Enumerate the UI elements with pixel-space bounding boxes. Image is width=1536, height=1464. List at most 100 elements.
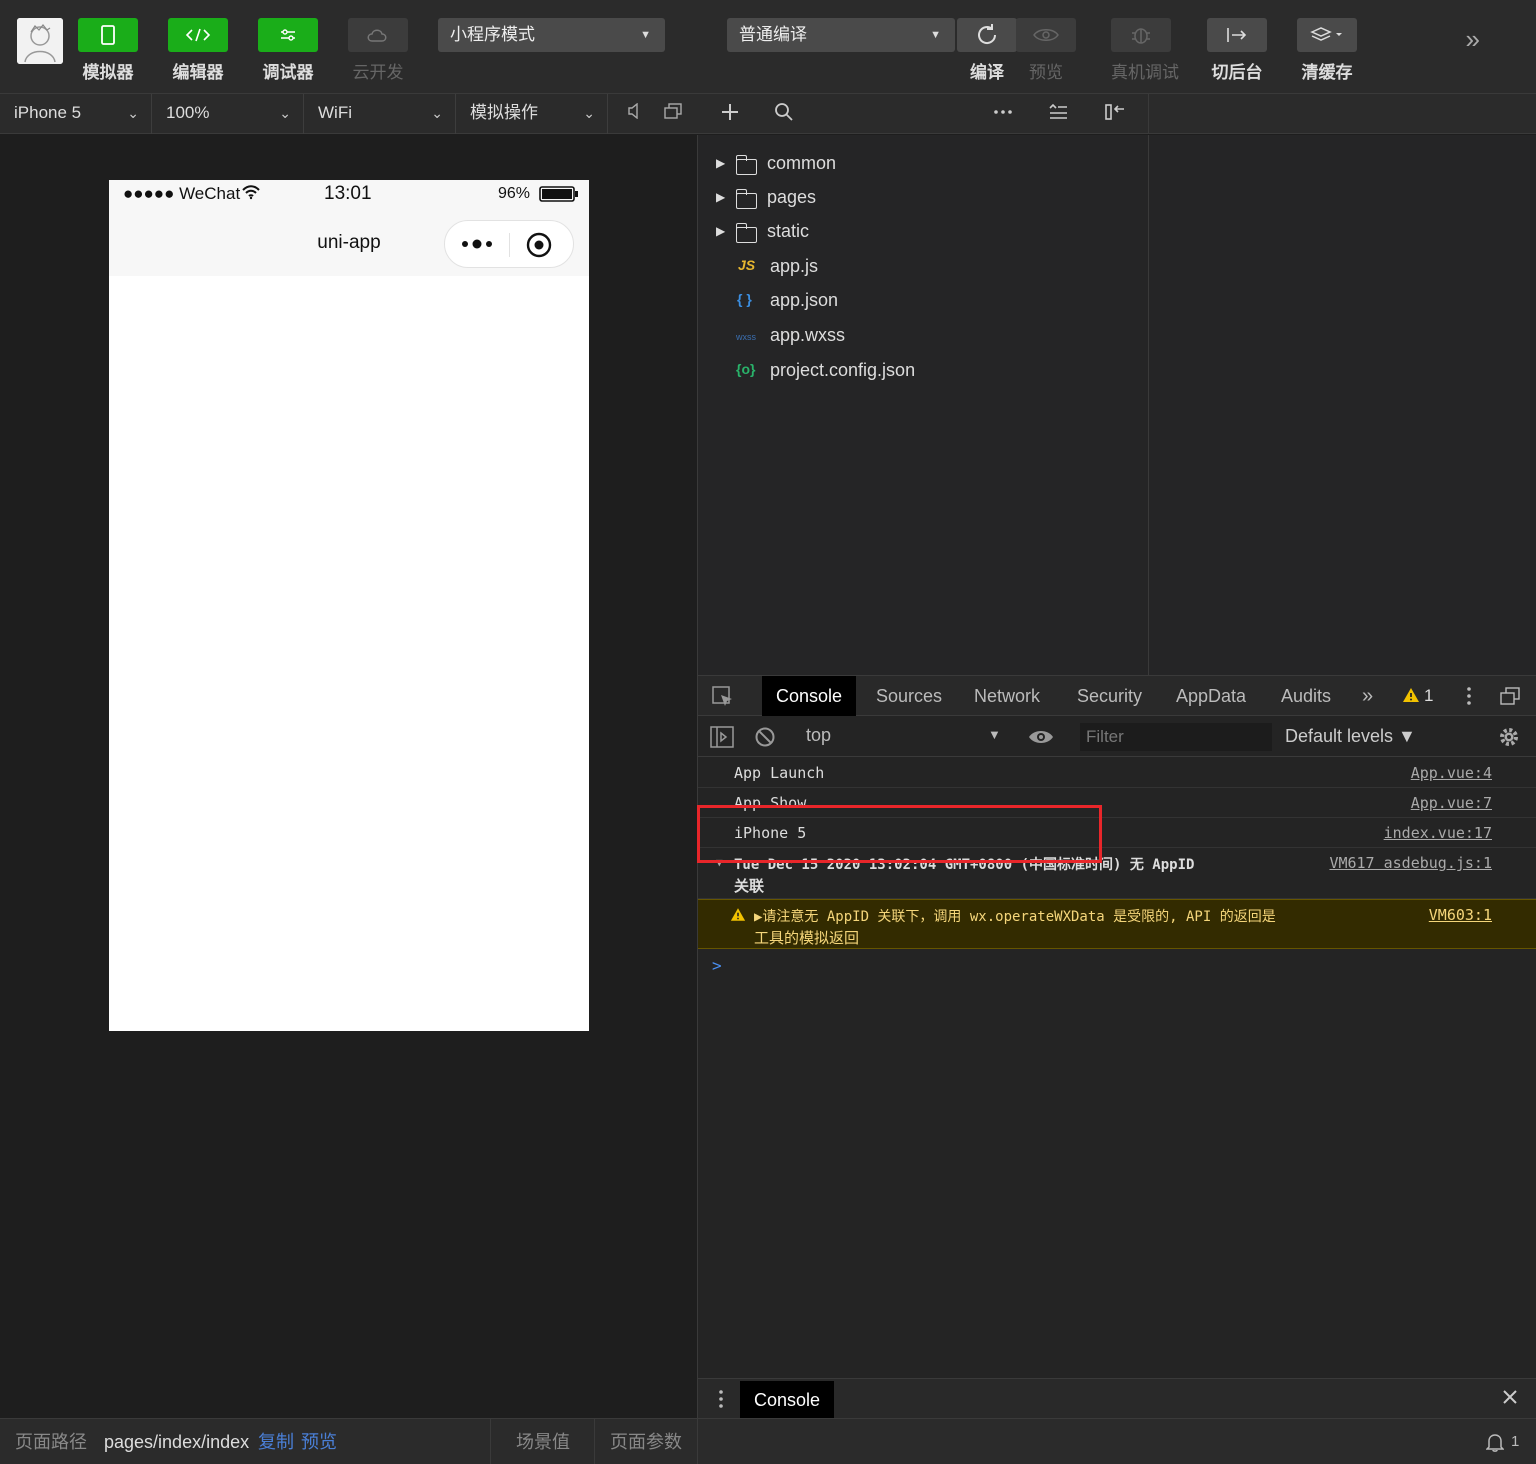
tree-item-label: common (767, 153, 837, 173)
tree-folder-common[interactable]: ▶ common (698, 149, 1148, 183)
editor-button[interactable]: 编辑器 (168, 18, 228, 83)
cloud-dev-label: 云开发 (352, 63, 404, 82)
tab-security[interactable]: Security (1063, 676, 1156, 716)
config-file-icon: {o} (736, 361, 756, 377)
battery-icon (539, 186, 579, 207)
log-source-link[interactable]: VM617 asdebug.js:1 (1329, 854, 1492, 872)
log-levels-select[interactable]: Default levels ▼ (1285, 726, 1416, 747)
page-path-value: pages/index/index (104, 1432, 250, 1452)
tab-audits[interactable]: Audits (1267, 676, 1345, 716)
search-icon[interactable] (774, 102, 794, 128)
more-tabs-button[interactable]: » (1348, 676, 1387, 716)
file-explorer: ▶ common ▶ pages ▶ static JS app.js { } … (698, 135, 1148, 675)
preview-button[interactable]: 预览 (1016, 18, 1076, 83)
code-icon (168, 18, 228, 52)
refresh-icon (957, 18, 1017, 52)
page-params-button[interactable]: 页面参数 (610, 1419, 682, 1464)
filter-input[interactable]: Filter (1080, 723, 1272, 751)
kebab-menu-icon[interactable] (1466, 686, 1472, 711)
log-source-link[interactable]: App.vue:4 (1411, 764, 1492, 782)
folder-icon (735, 223, 757, 243)
debugger-button[interactable]: 调试器 (258, 18, 318, 83)
tab-console[interactable]: Console (762, 676, 857, 716)
tree-folder-static[interactable]: ▶ static (698, 217, 1148, 251)
remote-debug-button[interactable]: 真机调试 (1111, 18, 1179, 83)
preview-path-link[interactable]: 预览 (301, 1419, 337, 1464)
warning-icon[interactable] (1402, 687, 1420, 708)
inspect-element-icon[interactable] (712, 686, 734, 713)
close-icon[interactable] (1502, 1389, 1518, 1410)
tree-item-label: app.js (770, 256, 819, 276)
layers-icon (1297, 18, 1357, 52)
background-button[interactable]: 切后台 (1207, 18, 1267, 83)
folder-icon (735, 155, 757, 175)
clear-cache-button[interactable]: 清缓存 (1297, 18, 1357, 83)
sidebar-toggle-icon[interactable] (710, 726, 734, 753)
user-avatar[interactable] (17, 18, 63, 64)
close-miniprogram-icon[interactable] (526, 232, 552, 263)
tree-file-app-js[interactable]: JS app.js (698, 252, 1148, 286)
console-prompt[interactable]: > (712, 956, 722, 975)
tab-sources[interactable]: Sources (862, 676, 956, 716)
warning-icon (730, 907, 746, 926)
eye-icon[interactable] (1028, 727, 1054, 752)
log-source-link[interactable]: App.vue:7 (1411, 794, 1492, 812)
page-path-label: 页面路径 (15, 1432, 87, 1452)
tree-item-label: app.json (770, 290, 839, 310)
double-chevron-right-icon[interactable]: » (1466, 24, 1480, 55)
devtools-panel: Console Sources Network Security AppData… (698, 675, 1536, 1418)
simulator-button[interactable]: 模拟器 (78, 18, 138, 83)
clear-console-icon[interactable] (754, 726, 776, 753)
editor-area[interactable] (1148, 135, 1536, 675)
ellipsis-icon[interactable] (992, 102, 1014, 128)
detach-window-icon[interactable] (662, 103, 684, 125)
gear-icon[interactable] (1498, 726, 1520, 753)
footer-divider (490, 1419, 491, 1464)
chevron-down-icon: ⌄ (127, 105, 139, 121)
switch-back-icon (1207, 18, 1267, 52)
network-select[interactable]: WiFi ⌄ (304, 94, 456, 134)
folder-icon (735, 189, 757, 209)
scene-value-button[interactable]: 场景值 (516, 1419, 570, 1464)
drawer-tab-console[interactable]: Console (740, 1381, 835, 1419)
preview-label: 预览 (1029, 63, 1063, 82)
footer-divider (697, 1419, 698, 1464)
console-warning-row: ▶请注意无 AppID 关联下，调用 wx.operateWXData 是受限的… (698, 899, 1536, 949)
device-select[interactable]: iPhone 5 ⌄ (0, 94, 152, 134)
remote-debug-label: 真机调试 (1111, 63, 1179, 82)
chevron-down-icon: ⌄ (279, 105, 291, 121)
dock-side-icon[interactable] (1104, 102, 1126, 128)
tab-network[interactable]: Network (960, 676, 1054, 716)
tree-file-app-json[interactable]: { } app.json (698, 286, 1148, 320)
tab-appdata[interactable]: AppData (1162, 676, 1260, 716)
mode-select[interactable]: 小程序模式 ▼ (438, 18, 665, 52)
collapse-list-icon[interactable] (1048, 102, 1068, 128)
context-select[interactable]: top (806, 725, 831, 746)
copy-path-link[interactable]: 复制 (258, 1419, 294, 1464)
phone-screen[interactable]: ●●●●● WeChat 13:01 96% uni-app (109, 180, 589, 1031)
bell-icon[interactable] (1485, 1432, 1505, 1452)
cloud-dev-button[interactable]: 云开发 (348, 18, 408, 83)
sim-ops-select[interactable]: 模拟操作 ⌄ (456, 94, 608, 134)
add-icon[interactable] (720, 102, 740, 128)
tree-file-app-wxss[interactable]: wxss app.wxss (698, 321, 1148, 355)
speaker-icon[interactable] (623, 102, 645, 125)
devtools-tabs: Console Sources Network Security AppData… (698, 676, 1536, 716)
editor-label: 编辑器 (172, 63, 224, 82)
zoom-select[interactable]: 100% ⌄ (152, 94, 304, 134)
compile-button[interactable]: 编译 (957, 18, 1017, 83)
caret-right-icon: ▶ (716, 224, 726, 238)
caret-down-icon: ▼ (930, 29, 941, 41)
sliders-icon (258, 18, 318, 52)
undock-icon[interactable] (1500, 687, 1520, 710)
log-source-link[interactable]: VM603:1 (1429, 906, 1492, 924)
tree-file-project-config[interactable]: {o} project.config.json (698, 356, 1148, 390)
tree-folder-pages[interactable]: ▶ pages (698, 183, 1148, 217)
tree-item-label: static (767, 221, 810, 241)
drawer-menu-icon[interactable] (718, 1389, 724, 1414)
log-source-link[interactable]: index.vue:17 (1384, 824, 1492, 842)
carrier-signal: ●●●●● WeChat (123, 184, 241, 203)
compile-mode-select[interactable]: 普通编译 ▼ (727, 18, 955, 52)
more-dots-icon[interactable] (460, 235, 494, 258)
debugger-label: 调试器 (262, 63, 314, 82)
